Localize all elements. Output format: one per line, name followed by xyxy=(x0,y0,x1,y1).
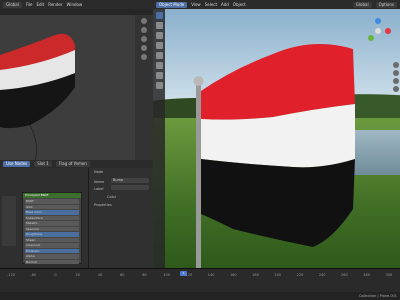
editor-type-menu[interactable]: Global xyxy=(3,1,22,8)
node-socket-row[interactable]: Alpha xyxy=(25,254,79,259)
frame-tick: -120 xyxy=(7,273,16,277)
frame-tick: 200 xyxy=(274,273,282,277)
render-viewport[interactable]: Object Mode View Select Add Object Globa… xyxy=(153,0,400,268)
rotate-icon[interactable] xyxy=(155,42,163,49)
node-socket-row[interactable]: Specular xyxy=(25,226,79,231)
menu-select[interactable]: Select xyxy=(205,2,217,7)
frame-tick: 140 xyxy=(207,273,215,277)
node-socket-row[interactable]: Subsurface xyxy=(25,215,79,220)
section-properties-label[interactable]: Properties xyxy=(94,203,112,207)
axis-gizmo-icon[interactable] xyxy=(141,18,147,24)
menu-object[interactable]: Object xyxy=(233,2,246,7)
node-socket-row[interactable]: Roughness xyxy=(25,232,79,237)
viewport-nav-gizmos xyxy=(135,15,153,160)
node-socket-row[interactable]: Clearcoat xyxy=(25,243,79,248)
flag-mesh-preview xyxy=(0,33,75,161)
viewport-header: Global File Edit Render Window xyxy=(0,0,153,9)
frame-tick: 280 xyxy=(363,273,370,277)
node-sidebar xyxy=(2,196,16,246)
node-socket-row[interactable]: GGX xyxy=(25,204,79,209)
node-socket-row[interactable]: Normal xyxy=(25,259,79,264)
cursor-icon[interactable] xyxy=(155,22,163,29)
menu-edit[interactable]: Edit xyxy=(36,2,44,7)
tab-misc[interactable] xyxy=(393,86,399,92)
use-nodes-toggle[interactable]: Use Nodes xyxy=(3,161,31,167)
menu-add[interactable]: Add xyxy=(221,2,229,7)
node-socket-row[interactable]: Base Color xyxy=(25,210,79,215)
toolbar xyxy=(153,9,165,268)
mode-select[interactable]: Object Mode xyxy=(156,1,188,8)
frame-tick: 160 xyxy=(229,273,237,277)
node-editor-header: Use Nodes Slot 1 Flag of Yemen xyxy=(0,160,153,168)
tab-tool[interactable] xyxy=(393,70,399,76)
menu-file[interactable]: File xyxy=(26,2,33,7)
status-bar: Collection | Plane.001 xyxy=(0,292,400,300)
section-node-label[interactable]: Node xyxy=(94,170,103,174)
frame-tick: 220 xyxy=(296,273,304,277)
material-slot-select[interactable]: Slot 1 xyxy=(34,161,52,167)
playhead[interactable]: 1 xyxy=(180,271,187,276)
transform-orientation[interactable]: Global xyxy=(352,1,372,8)
menu-window[interactable]: Window xyxy=(66,2,82,7)
tab-view[interactable] xyxy=(393,78,399,84)
name-field[interactable]: Bump xyxy=(111,178,149,183)
frame-tick: 60 xyxy=(119,273,125,277)
node-socket-row[interactable]: BSDF xyxy=(25,199,79,204)
node-socket-row[interactable]: Emission xyxy=(25,248,79,253)
name-label: Name xyxy=(94,180,105,184)
viewport-3d[interactable]: Global File Edit Render Window xyxy=(0,0,153,161)
frame-tick: 20 xyxy=(75,273,80,277)
frame-tick: 0 xyxy=(54,273,57,277)
blender-window: Global File Edit Render Window Object Mo xyxy=(0,0,400,300)
frame-tick: 80 xyxy=(142,273,147,277)
node-title[interactable]: Principled BSDF xyxy=(23,193,81,198)
zoom-icon[interactable] xyxy=(141,27,147,33)
sidebar-tabs xyxy=(393,60,400,130)
frame-tick: 40 xyxy=(97,273,103,277)
options-menu[interactable]: Options xyxy=(375,1,397,8)
camera-icon[interactable] xyxy=(141,45,147,51)
transform-icon[interactable] xyxy=(155,62,163,69)
navigation-gizmo[interactable] xyxy=(363,16,393,46)
annotate-icon[interactable] xyxy=(155,72,163,79)
tab-item[interactable] xyxy=(393,62,399,68)
viewport-canvas[interactable] xyxy=(0,15,135,161)
node-properties-panel: Node Name Bump Label Color Properties xyxy=(88,168,153,268)
menu-render[interactable]: Render xyxy=(48,2,62,7)
principled-bsdf-node[interactable]: Principled BSDF BSDF GGX Base Color Subs… xyxy=(22,192,82,264)
frame-tick: 240 xyxy=(318,273,326,277)
timeline-ruler[interactable]: -120 -60 0 20 40 60 80 100 120 140 160 1… xyxy=(0,273,400,281)
node-socket-row[interactable]: Metallic xyxy=(25,221,79,226)
node-socket-row[interactable]: Sheen xyxy=(25,237,79,242)
frame-tick: -60 xyxy=(30,273,37,277)
pan-hand-icon[interactable] xyxy=(141,36,147,42)
color-checkbox-label[interactable]: Color xyxy=(107,195,116,199)
label-field[interactable] xyxy=(111,185,149,190)
frame-tick: 180 xyxy=(252,273,259,277)
render-header: Object Mode View Select Add Object Globa… xyxy=(153,0,400,9)
measure-icon[interactable] xyxy=(155,82,163,89)
label-label: Label xyxy=(94,187,104,191)
frame-tick: 300 xyxy=(385,273,393,277)
frame-tick: 260 xyxy=(341,273,348,277)
move-icon[interactable] xyxy=(155,32,163,39)
scale-icon[interactable] xyxy=(155,52,163,59)
grid-icon[interactable] xyxy=(141,54,147,60)
select-box-icon[interactable] xyxy=(155,12,163,19)
material-name-field[interactable]: Flag of Yemen xyxy=(55,161,90,167)
flag-render xyxy=(193,44,355,268)
frame-tick: 100 xyxy=(163,273,170,277)
menu-view[interactable]: View xyxy=(191,2,201,7)
